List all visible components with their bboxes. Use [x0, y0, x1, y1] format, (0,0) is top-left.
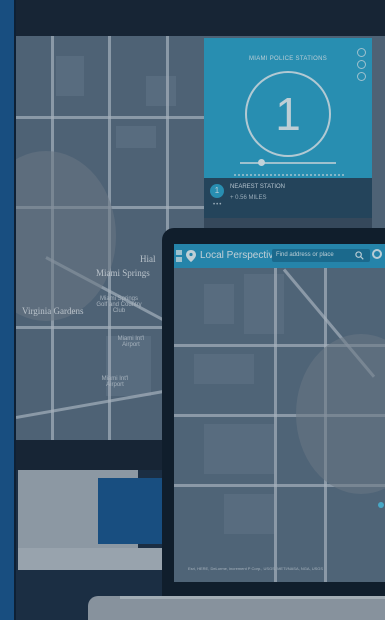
map-block [146, 76, 176, 106]
zoom-out-icon[interactable] [176, 257, 182, 262]
result-distance: + 0.56 MILES [230, 195, 267, 201]
slider-handle[interactable] [258, 159, 265, 166]
location-pin-icon [186, 250, 196, 262]
map-road [16, 116, 216, 119]
close-icon[interactable] [357, 48, 366, 57]
map-label: Miami Springs Golf and Country Club [96, 296, 142, 314]
map-block [244, 274, 284, 334]
left-blue-strip [0, 0, 14, 620]
locate-icon[interactable] [372, 249, 382, 259]
app-header: Local Perspective Find address or place [174, 244, 385, 268]
map-road [274, 268, 277, 582]
search-radius-circle [296, 334, 385, 494]
zoom-controls [176, 250, 182, 264]
result-item[interactable]: 1 NEAREST STATION + 0.56 MILES ••• [204, 178, 372, 218]
settings-icon[interactable] [357, 72, 366, 81]
map-label: Virginia Gardens [22, 306, 84, 316]
map-label: Miami Springs [96, 268, 150, 278]
zoom-in-icon[interactable] [176, 250, 182, 255]
laptop-base-edge [120, 596, 385, 599]
panel-controls [357, 48, 366, 84]
map-label: Hial [140, 254, 156, 264]
search-placeholder: Find address or place [276, 252, 334, 258]
app-title: Local Perspective [200, 250, 279, 261]
panel-title: MIAMI POLICE STATIONS [248, 56, 328, 62]
map-block [116, 126, 156, 148]
map-block [204, 424, 274, 474]
more-icon[interactable]: ••• [213, 202, 222, 208]
search-input[interactable]: Find address or place [272, 249, 370, 262]
result-badge: 1 [210, 184, 224, 198]
laptop-base [88, 596, 385, 620]
map-block [224, 494, 274, 534]
stations-panel: MIAMI POLICE STATIONS 1 1 NEAREST STATIO… [204, 38, 372, 218]
station-count: 1 [275, 88, 301, 140]
map-label: Miami Int'l Airport [101, 376, 129, 388]
radius-slider[interactable] [240, 162, 336, 164]
info-icon[interactable] [357, 60, 366, 69]
map-attribution: Esri, HERE, DeLorme, increment P Corp., … [188, 566, 324, 571]
map-block [194, 354, 254, 384]
result-title: NEAREST STATION [230, 184, 286, 190]
map-block [56, 56, 84, 96]
location-marker[interactable] [378, 502, 384, 508]
monitor-base [18, 548, 178, 570]
map-road [166, 36, 169, 256]
map-block [204, 284, 234, 324]
laptop-map[interactable]: Local Perspective Find address or place … [174, 244, 385, 582]
stand-shadow [98, 478, 168, 544]
search-icon[interactable] [355, 251, 364, 260]
map-label: Miami Int'l Airport [117, 336, 145, 348]
